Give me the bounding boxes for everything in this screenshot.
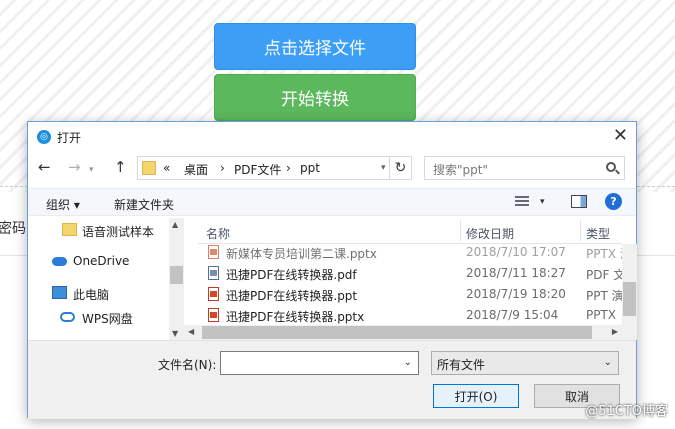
file-type: PDF 文 bbox=[586, 268, 622, 282]
breadcrumb-ppt[interactable]: ppt bbox=[300, 161, 320, 175]
filename-input[interactable]: ⌄ bbox=[220, 351, 419, 375]
nav-item-onedrive[interactable]: OneDrive bbox=[28, 252, 168, 272]
new-folder-button[interactable]: 新建文件夹 bbox=[114, 196, 174, 213]
column-type[interactable]: 类型 bbox=[586, 225, 610, 242]
refresh-icon[interactable]: ↻ bbox=[389, 157, 411, 179]
scrollbar-thumb[interactable] bbox=[623, 282, 636, 316]
column-header: ^ 名称 修改日期 类型 bbox=[198, 218, 622, 244]
password-label: 密码 bbox=[0, 221, 26, 237]
scroll-left-icon[interactable]: ◀ bbox=[188, 327, 194, 336]
cloud-icon bbox=[52, 257, 67, 266]
address-bar[interactable]: « 桌面 › PDF文件 › ppt ▾ ↻ bbox=[137, 156, 412, 180]
file-row[interactable]: 迅捷PDF在线转换器.ppt 2018/7/19 18:20 PPT 演 bbox=[198, 284, 622, 304]
history-dropdown-icon[interactable]: ▾ bbox=[89, 162, 94, 178]
file-type-select[interactable]: 所有文件 ⌄ bbox=[431, 351, 619, 375]
folder-icon bbox=[62, 223, 77, 236]
nav-item-label: WPS网盘 bbox=[82, 312, 133, 326]
breadcrumb-desktop[interactable]: 桌面 bbox=[184, 161, 208, 178]
column-divider[interactable] bbox=[580, 220, 581, 242]
up-arrow-icon[interactable]: ↑ bbox=[114, 159, 127, 175]
select-file-button[interactable]: 点击选择文件 bbox=[214, 23, 416, 70]
folder-icon bbox=[142, 161, 156, 175]
nav-item-label: 此电脑 bbox=[73, 288, 110, 302]
file-type: PPTX 演 bbox=[586, 247, 622, 261]
preview-pane-icon[interactable] bbox=[571, 195, 587, 208]
breadcrumb-separator[interactable]: › bbox=[286, 161, 291, 175]
breadcrumb-overflow[interactable]: « bbox=[163, 161, 170, 175]
nav-item-label: 语音测试样本 bbox=[82, 225, 155, 239]
file-date: 2018/7/11 18:27 bbox=[466, 266, 566, 280]
start-convert-button[interactable]: 开始转换 bbox=[214, 74, 416, 121]
help-icon[interactable]: ? bbox=[605, 193, 622, 210]
ppt-file-icon bbox=[208, 287, 219, 301]
filename-label: 文件名(N): bbox=[158, 358, 217, 372]
column-divider[interactable] bbox=[460, 220, 461, 242]
ppt-file-icon bbox=[208, 308, 219, 322]
scrollbar-thumb[interactable] bbox=[170, 266, 183, 284]
search-icon[interactable] bbox=[606, 162, 616, 172]
dialog-title: 打开 bbox=[57, 131, 82, 145]
nav-pane-scrollbar[interactable]: ▲ ▼ bbox=[169, 218, 184, 340]
file-name: 迅捷PDF在线转换器.ppt bbox=[226, 289, 358, 303]
back-arrow-icon[interactable]: ← bbox=[38, 159, 51, 175]
wps-cloud-icon bbox=[60, 312, 75, 322]
column-date[interactable]: 修改日期 bbox=[466, 225, 514, 242]
column-name[interactable]: 名称 bbox=[206, 225, 230, 242]
file-type-value: 所有文件 bbox=[437, 358, 486, 372]
chevron-down-icon[interactable]: ⌄ bbox=[404, 357, 412, 368]
scroll-up-icon[interactable]: ▲ bbox=[172, 220, 178, 229]
computer-icon bbox=[52, 286, 67, 299]
view-dropdown-icon[interactable]: ▾ bbox=[540, 197, 545, 207]
scroll-down-icon[interactable]: ▼ bbox=[172, 329, 178, 338]
file-row[interactable]: 迅捷PDF在线转换器.pdf 2018/7/11 18:27 PDF 文 bbox=[198, 263, 622, 283]
file-row[interactable]: 迅捷PDF在线转换器.pptx 2018/7/9 15:04 PPTX bbox=[198, 305, 622, 325]
file-list-scrollbar[interactable] bbox=[622, 244, 637, 340]
organize-menu[interactable]: 组织 ▾ bbox=[46, 196, 80, 213]
file-name: 新媒体专员培训第二课.pptx bbox=[226, 247, 377, 261]
file-name: 迅捷PDF在线转换器.pptx bbox=[226, 310, 365, 324]
nav-item-this-pc[interactable]: 此电脑 bbox=[28, 284, 168, 304]
file-type: PPTX bbox=[586, 308, 617, 322]
file-name: 迅捷PDF在线转换器.pdf bbox=[226, 268, 357, 282]
address-dropdown-icon[interactable]: ▾ bbox=[381, 163, 386, 173]
close-icon[interactable]: ✕ bbox=[613, 126, 628, 146]
view-options-icon[interactable] bbox=[515, 196, 529, 208]
dialog-titlebar[interactable]: ◎ 打开 ✕ bbox=[28, 122, 636, 152]
pdf-file-icon bbox=[208, 266, 219, 280]
horizontal-scrollbar[interactable]: ◀ ▶ bbox=[184, 325, 622, 340]
file-date: 2018/7/19 18:20 bbox=[466, 287, 566, 301]
nav-item-wps-cloud[interactable]: WPS网盘 bbox=[28, 308, 168, 328]
search-input[interactable]: 搜索"ppt" bbox=[424, 156, 625, 180]
open-file-dialog: ◎ 打开 ✕ ← → ▾ ↑ « 桌面 › PDF文件 › ppt ▾ ↻ 搜索… bbox=[27, 121, 637, 419]
breadcrumb-pdf-folder[interactable]: PDF文件 bbox=[234, 161, 281, 178]
nav-item-label: OneDrive bbox=[73, 254, 130, 268]
sort-ascending-icon: ^ bbox=[324, 218, 332, 225]
chevron-down-icon[interactable]: ⌄ bbox=[604, 357, 612, 368]
watermark: @51CTO博客 bbox=[585, 404, 668, 419]
file-list: 新媒体专员培训第二课.pptx 2018/7/10 17:07 PPTX 演 迅… bbox=[198, 218, 622, 340]
file-date: 2018/7/9 15:04 bbox=[466, 308, 559, 322]
open-button[interactable]: 打开(O) bbox=[433, 384, 519, 408]
scroll-right-icon[interactable]: ▶ bbox=[612, 327, 618, 336]
app-icon: ◎ bbox=[37, 130, 51, 144]
ppt-file-icon bbox=[208, 245, 219, 259]
dialog-footer: 文件名(N): ⌄ 所有文件 ⌄ 打开(O) 取消 bbox=[28, 340, 636, 419]
navigation-pane: 语音测试样本 OneDrive 此电脑 WPS网盘 bbox=[28, 218, 184, 340]
file-date: 2018/7/10 17:07 bbox=[466, 245, 566, 259]
file-row[interactable]: 新媒体专员培训第二课.pptx 2018/7/10 17:07 PPTX 演 bbox=[198, 242, 622, 262]
dialog-toolbar: 组织 ▾ 新建文件夹 ▾ ? bbox=[28, 188, 636, 216]
scrollbar-thumb[interactable] bbox=[202, 326, 592, 339]
nav-item-voice-samples[interactable]: 语音测试样本 bbox=[28, 221, 168, 241]
navigation-bar: ← → ▾ ↑ « 桌面 › PDF文件 › ppt ▾ ↻ 搜索"ppt" bbox=[28, 154, 636, 182]
file-type: PPT 演 bbox=[586, 289, 622, 303]
forward-arrow-icon[interactable]: → bbox=[68, 159, 81, 175]
search-placeholder: 搜索"ppt" bbox=[433, 163, 488, 177]
breadcrumb-separator[interactable]: › bbox=[220, 161, 225, 175]
